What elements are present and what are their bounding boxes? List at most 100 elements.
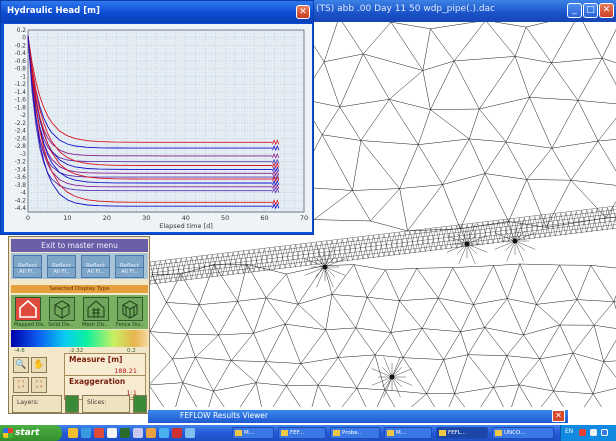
y-tick-label: -0.4 (15, 51, 27, 57)
task-button-6[interactable]: UNCO... (492, 427, 554, 439)
screen: (TS) abb .00 Day 11 50 wdp_pipe(.).dac _… (0, 0, 616, 441)
slices-field[interactable]: Slices: (82, 395, 130, 413)
y-tick-label: -4.2 (15, 198, 27, 204)
start-label: start (15, 428, 40, 438)
task-button-1[interactable]: M... (232, 427, 274, 439)
results-viewer-titlebar[interactable]: FEFLOW Results Viewer ✕ (148, 410, 568, 423)
color-scale-bar (11, 330, 148, 347)
tray-security-icon[interactable] (579, 429, 586, 436)
quicklaunch-mail-icon[interactable] (159, 428, 169, 438)
chart-window-title: Hydraulic Head [m] (7, 6, 100, 16)
chart-title-bar[interactable]: Hydraulic Head [m] ✕ (1, 1, 313, 23)
y-tick-label: -3.8 (15, 183, 27, 189)
y-tick-label: -3.2 (15, 160, 27, 166)
y-tick-label: -1.4 (15, 90, 27, 96)
well-node-3 (512, 238, 518, 244)
measure-label: Measure [m] (69, 355, 123, 364)
y-tick-label: -4.4 (15, 206, 27, 212)
well-node-4 (389, 374, 395, 380)
taskbar: start M... FEF... Probe.. M... FEFL... U… (0, 425, 616, 441)
y-tick-label: -2.4 (15, 129, 27, 135)
house-icon[interactable] (15, 297, 41, 321)
view-button-5[interactable]: All Fl.. (13, 267, 42, 278)
main-window-title: (TS) abb .00 Day 11 50 wdp_pipe(.).dac (316, 4, 495, 14)
quicklaunch-browser-icon[interactable] (81, 428, 91, 438)
tray-network-icon[interactable] (590, 429, 597, 436)
hydraulic-head-window: Hydraulic Head [m] ✕ 0 10 20 30 40 50 60 70 0.2 0… (0, 0, 314, 235)
y-tick-label: 0 (22, 36, 26, 42)
quicklaunch-media-icon[interactable] (146, 428, 156, 438)
y-tick-label: -3.4 (15, 167, 27, 173)
x-tick-label: 10 (63, 214, 71, 222)
slices-spinner[interactable] (133, 395, 147, 413)
slices-label: Slices: (87, 399, 107, 406)
x-tick-label: 20 (103, 214, 111, 222)
quicklaunch-desktop-icon[interactable] (133, 428, 143, 438)
maximize-icon[interactable]: □ (583, 3, 598, 18)
x-tick-label: 60 (260, 214, 268, 222)
results-viewer-title: FEFLOW Results Viewer (180, 411, 268, 420)
language-indicator[interactable]: EN (565, 428, 573, 435)
exit-to-master-menu-button[interactable]: Exit to master menu (11, 239, 148, 252)
system-tray: EN (560, 425, 616, 441)
task-button-3[interactable]: Probe.. (330, 427, 380, 439)
y-tick-label: -1.6 (15, 98, 27, 104)
mesh-region (295, 22, 616, 232)
results-viewer-close-icon[interactable]: ✕ (552, 410, 565, 422)
x-tick-label: 50 (221, 214, 229, 222)
view-button-6[interactable]: All Fl.. (47, 267, 76, 278)
quicklaunch-app-icon[interactable] (94, 428, 104, 438)
y-tick-label: -2.6 (15, 136, 27, 142)
task-button-4[interactable]: M... (384, 427, 432, 439)
x-axis-label: Elapsed time [d] (159, 222, 213, 230)
hydraulic-head-chart: 0 10 20 30 40 50 60 700.20-0.2-0.4-0.6-0.8-1-1.… (4, 24, 312, 232)
display-type-label-4: Fence Dis.. (116, 322, 144, 328)
y-tick-label: -0.2 (15, 43, 27, 49)
display-type-label: Selected Display Type (11, 285, 148, 293)
well-node-1 (322, 264, 328, 270)
view-button-row-bottom: All Fl.. All Fl.. All Fl.. All Fl.. (11, 267, 148, 280)
tray-volume-icon[interactable] (601, 429, 608, 436)
fence-cube-icon[interactable] (117, 297, 143, 321)
start-button[interactable]: start (0, 425, 62, 441)
reset-view-icon[interactable]: ⛶ (31, 377, 47, 393)
y-tick-label: -2 (20, 113, 26, 119)
x-tick-label: 70 (300, 214, 308, 222)
layers-spinner[interactable] (65, 395, 79, 413)
y-tick-label: -2.2 (15, 121, 27, 127)
minimize-icon[interactable]: _ (567, 3, 582, 18)
quicklaunch-tool-icon[interactable] (120, 428, 130, 438)
y-tick-label: -1 (20, 74, 26, 80)
quicklaunch-window-icon[interactable] (185, 428, 195, 438)
y-tick-label: -0.6 (15, 59, 27, 65)
quicklaunch-folder-icon[interactable] (68, 428, 78, 438)
y-tick-label: 0.2 (17, 28, 27, 34)
mesh-house-icon[interactable] (83, 297, 109, 321)
close-icon[interactable]: ✕ (599, 3, 614, 18)
task-button-2[interactable]: FEF... (278, 427, 326, 439)
quicklaunch-chart-icon[interactable] (172, 428, 182, 438)
y-tick-label: -4 (20, 191, 26, 197)
view-button-8[interactable]: All Fl.. (115, 267, 144, 278)
exaggeration-label: Exaggeration (69, 377, 126, 386)
x-tick-label: 30 (142, 214, 150, 222)
x-tick-label: 0 (26, 214, 30, 222)
solid-cube-icon[interactable] (49, 297, 75, 321)
y-tick-label: -3 (20, 152, 26, 158)
chart-close-icon[interactable]: ✕ (296, 5, 310, 19)
zoom-icon[interactable]: 🔍 (13, 357, 29, 373)
display-type-row: Mapped Dis.. Solid Dis.. Mesh Dis.. Fenc… (11, 295, 148, 329)
y-tick-label: -1.8 (15, 105, 27, 111)
quicklaunch-doc-icon[interactable] (107, 428, 117, 438)
scale-min-label: -4.6 (14, 348, 25, 354)
y-tick-label: -0.8 (15, 67, 27, 73)
mesh-region (148, 263, 616, 407)
well-node-2 (464, 241, 470, 247)
fit-extent-icon[interactable]: ⛶ (13, 377, 29, 393)
y-tick-label: -1.2 (15, 82, 27, 88)
layers-field[interactable]: Layers: (12, 395, 62, 413)
view-button-7[interactable]: All Fl.. (81, 267, 110, 278)
hand-icon[interactable]: ✋ (31, 357, 47, 373)
y-tick-label: -2.8 (15, 144, 27, 150)
task-button-5[interactable]: FEFL... (436, 427, 488, 439)
